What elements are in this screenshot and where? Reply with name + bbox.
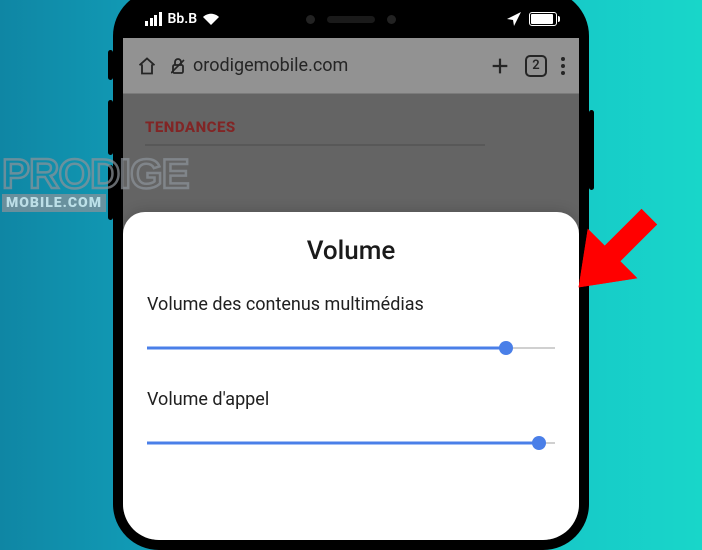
sheet-title: Volume	[147, 236, 555, 266]
location-icon	[507, 12, 521, 26]
menu-icon[interactable]	[561, 57, 565, 75]
notch: Bb.B	[123, 0, 579, 38]
tabs-button[interactable]: 2	[525, 55, 547, 77]
volume-item-media: Volume des contenus multimédias	[147, 294, 555, 355]
watermark: PRODIGE MOBILE.COM	[2, 156, 189, 212]
carrier-label: Bb.B	[168, 11, 198, 27]
media-volume-slider[interactable]	[147, 341, 555, 355]
url-text: orodigemobile.com	[193, 55, 348, 76]
section-header: TENDANCES	[145, 118, 485, 146]
power-button	[589, 110, 594, 190]
signal-icon	[145, 12, 162, 26]
red-arrow-annotation	[544, 192, 674, 326]
call-volume-slider[interactable]	[147, 436, 555, 450]
volume-label: Volume des contenus multimédias	[147, 294, 555, 315]
home-icon[interactable]	[137, 56, 157, 76]
volume-up-button	[108, 100, 113, 155]
browser-toolbar: orodigemobile.com 2	[123, 38, 579, 94]
volume-label: Volume d'appel	[147, 389, 555, 410]
phone-frame: Bb.B orodigemobile.com 2	[113, 0, 589, 550]
status-bar: Bb.B	[123, 0, 579, 38]
new-tab-icon[interactable]	[489, 55, 511, 77]
lock-icon	[171, 58, 185, 74]
side-button	[108, 50, 113, 80]
page-content: TENDANCES	[123, 94, 579, 170]
volume-item-call: Volume d'appel	[147, 389, 555, 450]
volume-sheet: Volume Volume des contenus multimédias V…	[123, 212, 579, 540]
screen: orodigemobile.com 2 TENDANCES Volume Vol…	[123, 38, 579, 540]
battery-icon	[529, 12, 557, 26]
address-bar[interactable]: orodigemobile.com	[171, 55, 475, 76]
wifi-icon	[203, 13, 219, 25]
